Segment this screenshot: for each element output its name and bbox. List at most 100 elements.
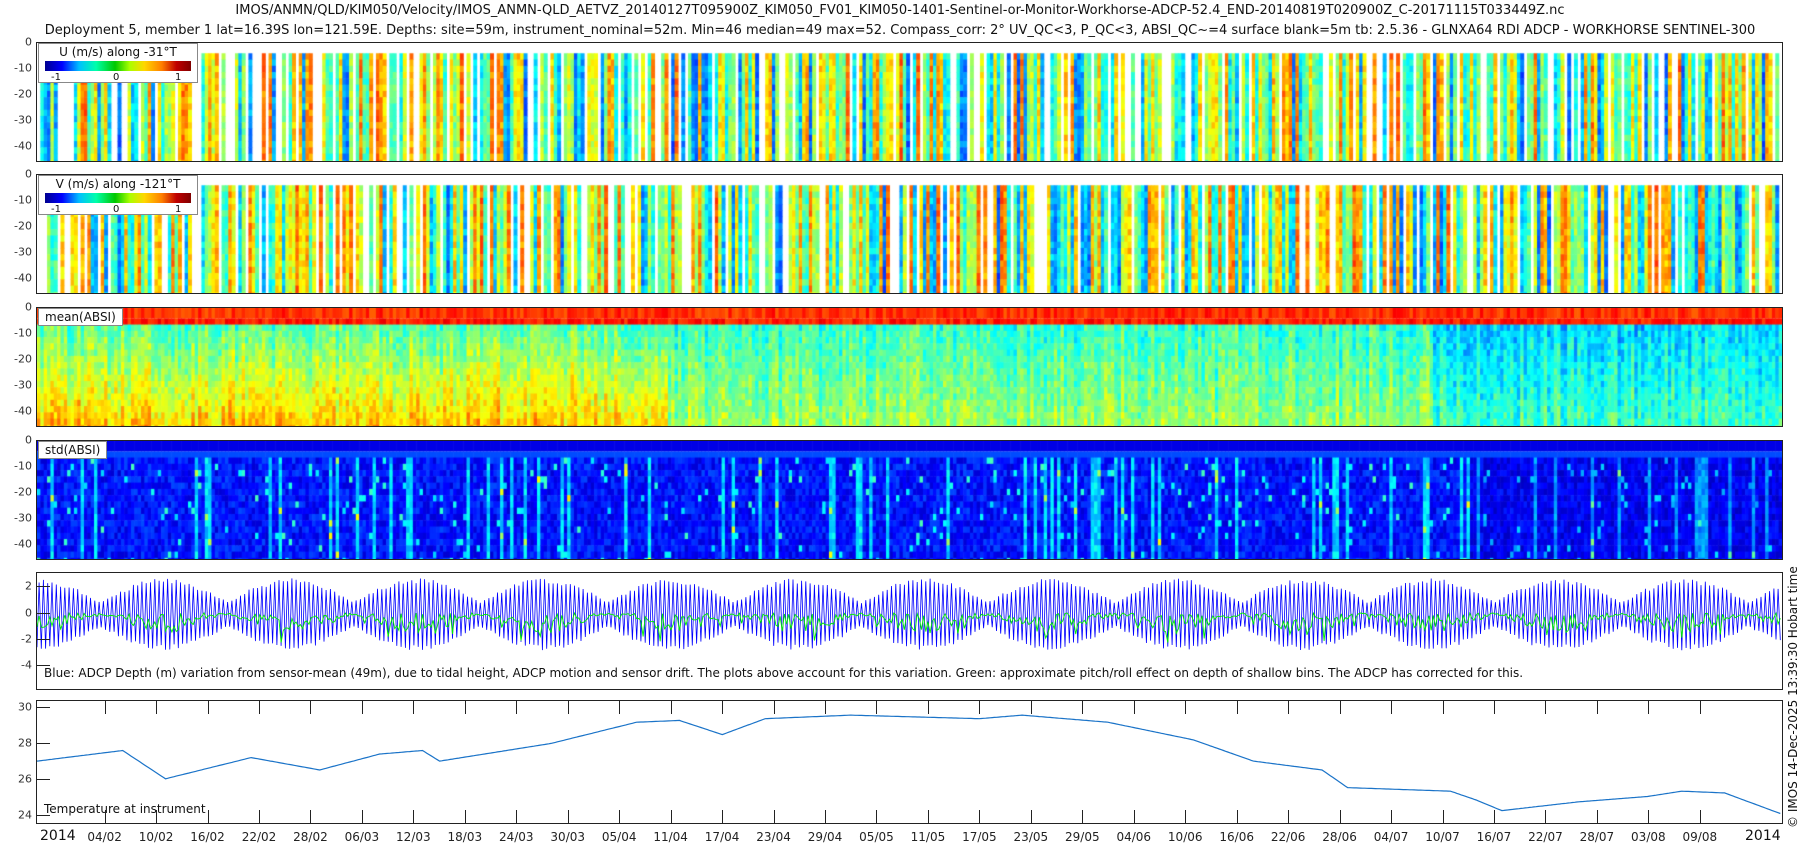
x-tick-mark (1493, 810, 1495, 824)
x-tick-label: 16/07 (1476, 830, 1512, 844)
x-tick-mark (1082, 700, 1084, 714)
x-tick-label: 04/07 (1373, 830, 1409, 844)
y-tick-label: -40 (14, 537, 32, 551)
colorbar-tick-label: -1 (51, 204, 61, 215)
y-tick-label: -20 (14, 87, 32, 101)
x-tick-label: 17/04 (704, 830, 740, 844)
x-tick-label: 28/07 (1579, 830, 1615, 844)
x-tick-mark (1185, 810, 1187, 824)
x-tick-mark (670, 810, 672, 824)
y-tick-label: -20 (14, 352, 32, 366)
x-tick-label: 23/05 (1013, 830, 1049, 844)
colorbar-tick-label: 1 (175, 72, 182, 83)
x-tick-mark (207, 700, 209, 714)
colorbar (45, 193, 191, 203)
x-tick-mark (361, 700, 363, 714)
x-tick-mark (464, 700, 466, 714)
y-tick-label: 0 (25, 433, 32, 447)
x-tick-mark (207, 810, 209, 824)
x-tick-mark (156, 810, 158, 824)
x-tick-label: 28/02 (293, 830, 328, 844)
y-tick-label: -40 (14, 404, 32, 418)
x-tick-mark (1391, 700, 1393, 714)
y-tick-mark (36, 779, 50, 781)
x-tick-label: 11/04 (653, 830, 688, 844)
x-tick-label: 24/03 (498, 830, 534, 844)
x-tick-mark (1133, 700, 1135, 714)
x-tick-label: 10/02 (138, 830, 174, 844)
x-year-right: 2014 (1745, 828, 1781, 844)
x-tick-mark (927, 810, 929, 824)
x-tick-mark (1133, 810, 1135, 824)
x-tick-mark (1648, 700, 1650, 714)
y-tick-label: 24 (18, 808, 32, 822)
y-tick-mark (36, 743, 50, 745)
x-tick-mark (258, 810, 260, 824)
x-tick-label: 23/04 (756, 830, 791, 844)
colorbar-tick-label: 0 (113, 72, 120, 83)
y-tick-mark (36, 586, 50, 588)
colorbar-tick-label: 1 (175, 204, 182, 215)
x-tick-label: 10/06 (1167, 830, 1203, 844)
legend-label: mean(ABSI) (45, 310, 116, 324)
x-tick-mark (1339, 700, 1341, 714)
x-tick-label: 30/03 (550, 830, 586, 844)
x-tick-mark (619, 810, 621, 824)
panel-legend: std(ABSI) (38, 441, 108, 459)
x-tick-label: 29/05 (1065, 830, 1100, 844)
x-tick-mark (825, 700, 827, 714)
temperature-label: Temperature at instrument (44, 802, 206, 816)
x-tick-mark (1030, 700, 1032, 714)
panel-u (36, 42, 1783, 162)
line-plot-temperature (37, 714, 1781, 815)
y-tick-mark (36, 638, 50, 640)
x-tick-label: 17/05 (962, 830, 997, 844)
y-tick-label: -10 (14, 326, 32, 340)
x-year-left: 2014 (40, 828, 76, 844)
x-tick-mark (979, 700, 981, 714)
legend-label: U (m/s) along -31°T (59, 45, 177, 59)
y-tick-label: -10 (14, 193, 32, 207)
x-tick-label: 04/06 (1116, 830, 1152, 844)
panel-temperature (36, 700, 1783, 824)
x-tick-mark (1236, 810, 1238, 824)
x-tick-mark (1030, 810, 1032, 824)
x-tick-label: 10/07 (1425, 830, 1460, 844)
x-tick-mark (567, 810, 569, 824)
x-tick-mark (1545, 810, 1547, 824)
x-tick-label: 22/06 (1270, 830, 1306, 844)
x-tick-mark (258, 700, 260, 714)
x-tick-mark (516, 700, 518, 714)
panel-std-absi (36, 440, 1783, 560)
x-tick-mark (1699, 810, 1701, 824)
y-tick-label: -30 (14, 378, 32, 392)
x-tick-mark (413, 810, 415, 824)
panel-legend: mean(ABSI) (38, 308, 123, 326)
x-tick-mark (567, 700, 569, 714)
x-tick-mark (773, 810, 775, 824)
temperature-line (37, 714, 1781, 815)
x-tick-mark (722, 810, 724, 824)
y-tick-label: 26 (18, 772, 32, 786)
y-tick-label: 2 (25, 579, 32, 593)
depth-caption: Blue: ADCP Depth (m) variation from sens… (44, 666, 1524, 680)
heatmap-v (37, 175, 1782, 293)
x-tick-label: 16/02 (190, 830, 225, 844)
legend-label: std(ABSI) (45, 443, 101, 457)
x-tick-mark (722, 700, 724, 714)
x-tick-mark (1596, 700, 1598, 714)
heatmap-u (37, 43, 1782, 161)
y-tick-label: 0 (25, 300, 32, 314)
y-tick-label: -30 (14, 245, 32, 259)
panel-legend: V (m/s) along -121°T -1 0 1 (38, 175, 198, 215)
x-tick-mark (1442, 810, 1444, 824)
x-tick-mark (979, 810, 981, 824)
x-tick-label: 05/04 (601, 830, 637, 844)
y-tick-label: -20 (14, 485, 32, 499)
x-tick-mark (156, 700, 158, 714)
x-tick-mark (104, 810, 106, 824)
y-tick-label: -10 (14, 61, 32, 75)
x-tick-mark (516, 810, 518, 824)
x-tick-label: 18/03 (447, 830, 483, 844)
y-tick-label: -2 (21, 632, 32, 646)
